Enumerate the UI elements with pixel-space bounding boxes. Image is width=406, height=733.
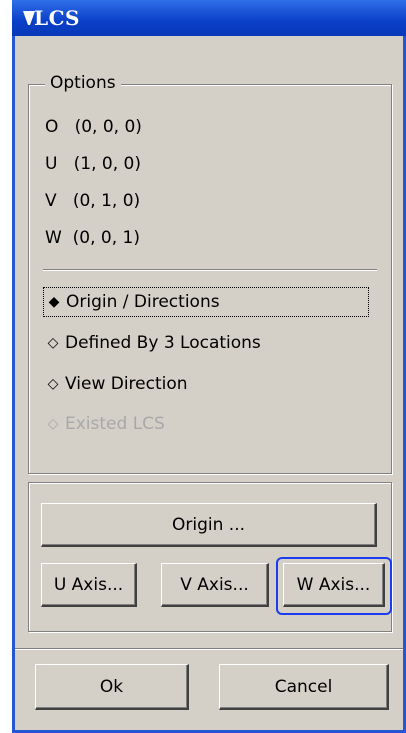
options-separator — [43, 269, 377, 271]
options-legend: Options — [45, 73, 121, 93]
u-axis-button[interactable]: U Axis... — [41, 563, 137, 607]
coord-u: U (1, 0, 0) — [45, 154, 141, 174]
radio-label: Existed LCS — [65, 414, 165, 434]
radio-unselected-icon: ◇ — [47, 376, 59, 392]
w-axis-button[interactable]: W Axis... — [283, 563, 385, 607]
lcs-dialog-window: LCS Options O (0, 0, 0) U (1, 0, 0) V (0… — [12, 0, 406, 733]
options-group: Options O (0, 0, 0) U (1, 0, 0) V (0, 1,… — [28, 73, 392, 474]
radio-view-direction[interactable]: ◇ View Direction — [43, 369, 188, 399]
origin-button[interactable]: Origin ... — [41, 503, 377, 547]
radio-origin-directions[interactable]: ◆ Origin / Directions — [43, 287, 369, 317]
radio-unselected-icon: ◇ — [47, 335, 59, 351]
window-title: LCS — [34, 6, 80, 30]
footer-separator — [15, 648, 403, 650]
radio-selected-icon: ◆ — [48, 294, 60, 310]
radio-label: Origin / Directions — [66, 292, 220, 312]
radio-existed-lcs: ◇ Existed LCS — [43, 409, 165, 439]
dialog-body: Options O (0, 0, 0) U (1, 0, 0) V (0, 1,… — [15, 36, 403, 730]
axes-group: Origin ... U Axis... V Axis... W Axis... — [28, 482, 392, 632]
ok-button[interactable]: Ok — [35, 664, 189, 710]
radio-label: View Direction — [65, 374, 188, 394]
coord-v: V (0, 1, 0) — [45, 191, 141, 211]
cancel-button[interactable]: Cancel — [219, 664, 389, 710]
v-axis-button[interactable]: V Axis... — [161, 563, 269, 607]
radio-label: Defined By 3 Locations — [65, 333, 261, 353]
coord-w: W (0, 0, 1) — [45, 228, 140, 248]
title-bar[interactable]: LCS — [12, 0, 406, 36]
radio-defined-by-3-locations[interactable]: ◇ Defined By 3 Locations — [43, 328, 261, 358]
radio-disabled-icon: ◇ — [47, 416, 59, 432]
coord-origin: O (0, 0, 0) — [45, 117, 142, 137]
